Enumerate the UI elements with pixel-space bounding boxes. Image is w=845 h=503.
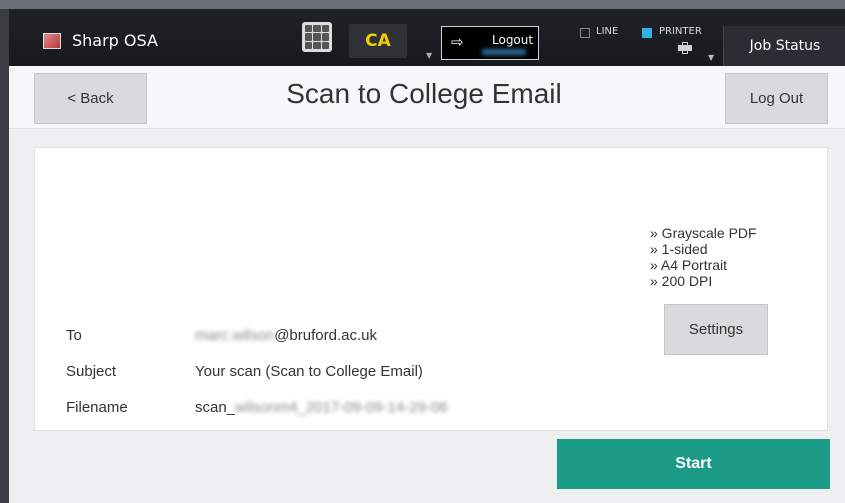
start-button[interactable]: Start	[557, 439, 830, 489]
line-status-checkbox	[580, 28, 590, 38]
summary-line: » A4 Portrait	[650, 257, 728, 273]
to-domain: @bruford.ac.uk	[274, 327, 377, 344]
app-header: < Back Scan to College Email Log Out	[9, 66, 845, 129]
filename-value: scan_wilsonm4_2017-09-09-14-29-06	[195, 399, 448, 416]
system-logout-button[interactable]: ⇨ Logout	[441, 26, 539, 60]
printer-status-label: PRINTER	[659, 26, 702, 37]
logged-in-user-name	[482, 49, 526, 55]
summary-line: » 1-sided	[650, 241, 708, 257]
sharp-osa-app-icon	[43, 33, 61, 49]
subject-label: Subject	[66, 363, 117, 380]
filename-prefix: scan_	[195, 399, 236, 416]
log-out-button[interactable]: Log Out	[725, 73, 828, 124]
printer-icon[interactable]	[678, 42, 694, 54]
printer-status-checkbox	[642, 28, 652, 38]
page-title: Scan to College Email	[286, 78, 562, 109]
to-label: To	[66, 327, 82, 344]
scan-settings-summary: » Grayscale PDF » 1-sided » A4 Portrait …	[650, 225, 757, 289]
ca-button[interactable]: CA	[349, 24, 407, 58]
to-value: marc.wilson@bruford.ac.uk	[195, 327, 377, 344]
logout-arrow-icon: ⇨	[451, 33, 464, 51]
system-top-bar: Sharp OSA CA ▼ ⇨ Logout LINE PRINTER ▼ J…	[9, 9, 845, 66]
system-logout-label: Logout	[492, 33, 534, 47]
job-status-button[interactable]: Job Status	[723, 26, 845, 66]
settings-button[interactable]: Settings	[664, 304, 768, 355]
summary-line: » 200 DPI	[650, 273, 713, 289]
filename-label: Filename	[66, 399, 128, 416]
app-name: Sharp OSA	[72, 31, 158, 50]
subject-value: Your scan (Scan to College Email)	[195, 363, 423, 380]
screen-frame-top	[0, 0, 845, 9]
summary-line: » Grayscale PDF	[650, 225, 757, 241]
filename-redacted: wilsonm4_2017-09-09-14-29-06	[235, 399, 448, 416]
back-button[interactable]: < Back	[34, 73, 147, 124]
scan-to-email-app: < Back Scan to College Email Log Out To …	[9, 66, 845, 503]
screen-frame-left	[0, 0, 9, 503]
to-user-redacted: marc.wilson	[195, 327, 275, 344]
scan-details-card: To marc.wilson@bruford.ac.uk Subject You…	[34, 147, 828, 431]
caret-down-icon: ▼	[426, 51, 433, 60]
line-status-label: LINE	[596, 26, 619, 37]
caret-down-icon: ▼	[708, 53, 715, 62]
keypad-icon[interactable]	[302, 22, 332, 52]
